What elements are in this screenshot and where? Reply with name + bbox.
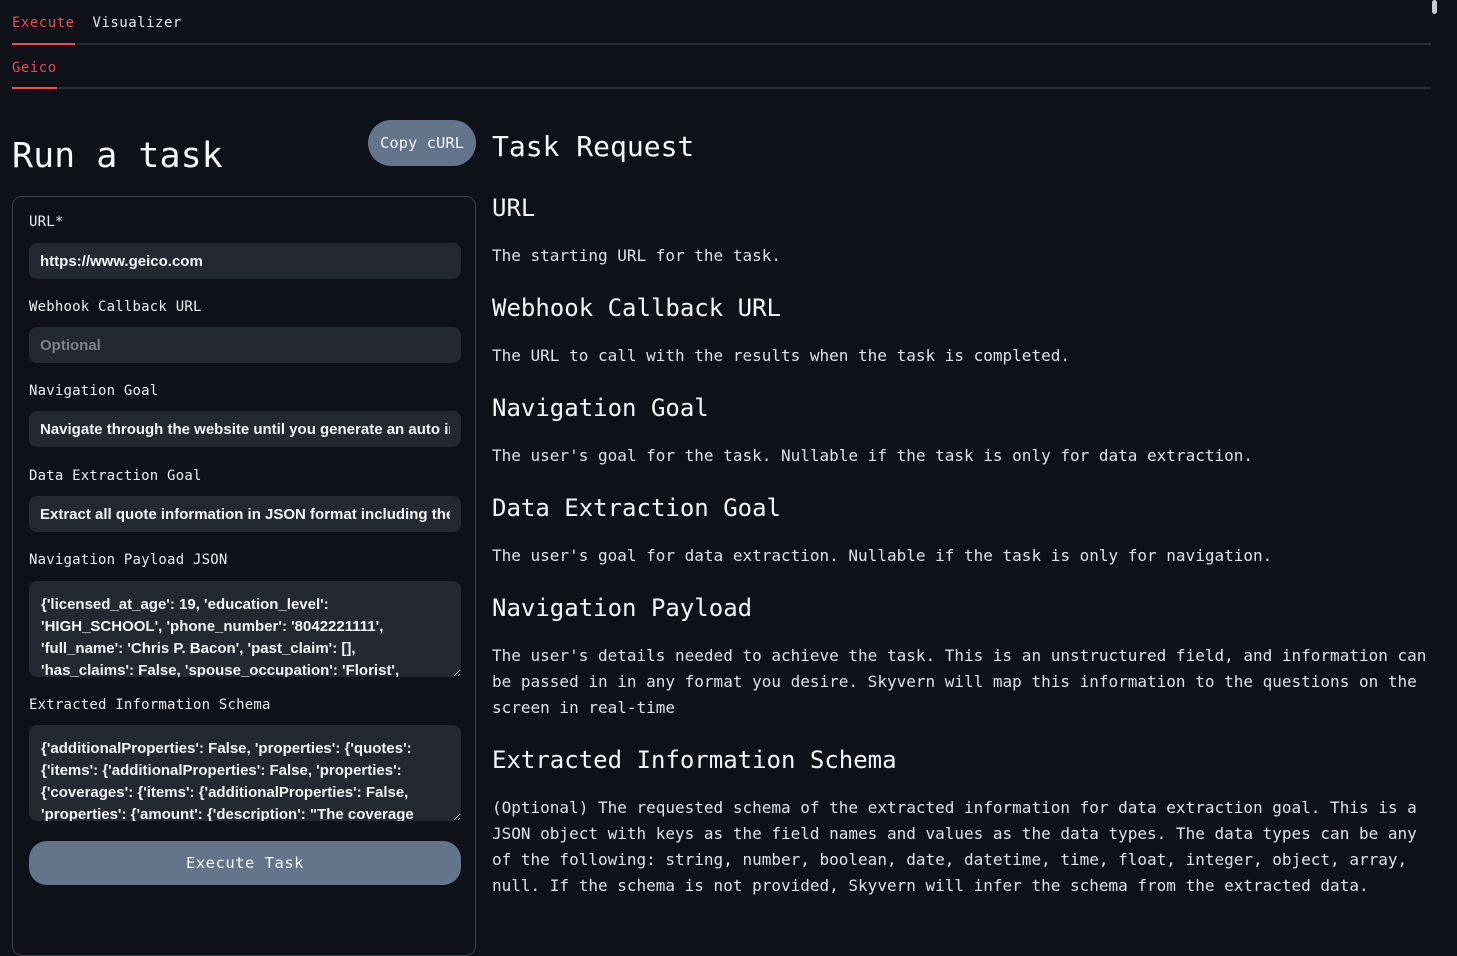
tab-execute[interactable]: Execute: [12, 15, 75, 45]
navigation-goal-label: Navigation Goal: [29, 383, 158, 399]
doc-description-url: The starting URL for the task.: [492, 243, 1433, 269]
top-navigation: Execute Visualizer Geico: [12, 0, 1431, 89]
doc-heading-navigation-goal: Navigation Goal: [492, 394, 1433, 422]
doc-section-extracted-information-schema: Extracted Information Schema (Optional) …: [492, 746, 1433, 899]
sub-tab-bar: Geico: [12, 45, 1431, 89]
doc-section-url: URL The starting URL for the task.: [492, 194, 1433, 269]
doc-description-navigation-payload: The user's details needed to achieve the…: [492, 643, 1433, 721]
subtab-geico[interactable]: Geico: [12, 60, 57, 89]
navigation-payload-json-textarea[interactable]: {'licensed_at_age': 19, 'education_level…: [29, 581, 461, 677]
navigation-goal-input[interactable]: [29, 411, 461, 447]
doc-heading-url: URL: [492, 194, 1433, 222]
doc-section-navigation-payload: Navigation Payload The user's details ne…: [492, 594, 1433, 721]
doc-description-extracted-information-schema: (Optional) The requested schema of the e…: [492, 795, 1433, 899]
webhook-callback-url-label: Webhook Callback URL: [29, 299, 202, 315]
webhook-callback-url-input[interactable]: [29, 327, 461, 363]
url-label: URL*: [29, 214, 64, 230]
doc-description-navigation-goal: The user's goal for the task. Nullable i…: [492, 443, 1433, 469]
extracted-information-schema-textarea[interactable]: {'additionalProperties': False, 'propert…: [29, 725, 461, 821]
doc-section-data-extraction-goal: Data Extraction Goal The user's goal for…: [492, 494, 1433, 569]
tab-visualizer[interactable]: Visualizer: [93, 15, 182, 45]
data-extraction-goal-input[interactable]: [29, 496, 461, 532]
page-title: Run a task: [12, 136, 223, 176]
page-scrollbar-thumb[interactable]: [1432, 0, 1437, 14]
copy-curl-button[interactable]: Copy cURL: [368, 120, 476, 166]
doc-section-webhook-callback-url: Webhook Callback URL The URL to call wit…: [492, 294, 1433, 369]
task-form-card: URL* Webhook Callback URL Navigation Goa…: [12, 196, 476, 956]
doc-heading-data-extraction-goal: Data Extraction Goal: [492, 494, 1433, 522]
doc-heading-extracted-information-schema: Extracted Information Schema: [492, 746, 1433, 774]
doc-section-navigation-goal: Navigation Goal The user's goal for the …: [492, 394, 1433, 469]
main-tab-bar: Execute Visualizer: [12, 0, 1431, 45]
doc-description-data-extraction-goal: The user's goal for data extraction. Nul…: [492, 543, 1433, 569]
doc-heading-webhook-callback-url: Webhook Callback URL: [492, 294, 1433, 322]
doc-heading-navigation-payload: Navigation Payload: [492, 594, 1433, 622]
navigation-payload-json-label: Navigation Payload JSON: [29, 552, 227, 568]
execute-task-button[interactable]: Execute Task: [29, 841, 461, 885]
docs-title: Task Request: [492, 130, 1433, 163]
extracted-information-schema-label: Extracted Information Schema: [29, 697, 271, 713]
data-extraction-goal-label: Data Extraction Goal: [29, 468, 202, 484]
url-input[interactable]: [29, 243, 461, 279]
task-request-docs: Task Request URL The starting URL for th…: [492, 120, 1433, 899]
doc-description-webhook-callback-url: The URL to call with the results when th…: [492, 343, 1433, 369]
